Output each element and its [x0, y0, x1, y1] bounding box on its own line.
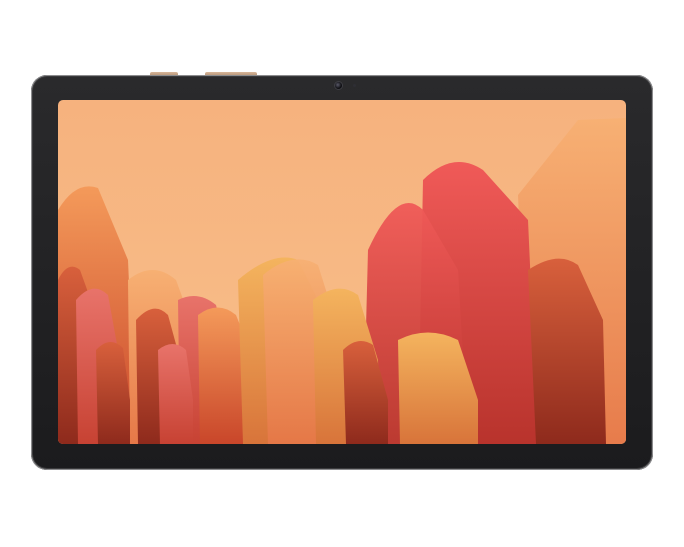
wallpaper: [58, 100, 626, 444]
light-sensor: [353, 84, 356, 87]
tablet-body: [31, 75, 653, 470]
tablet-screen: [58, 100, 626, 444]
product-photo: [0, 0, 684, 547]
front-camera-icon: [335, 82, 342, 89]
